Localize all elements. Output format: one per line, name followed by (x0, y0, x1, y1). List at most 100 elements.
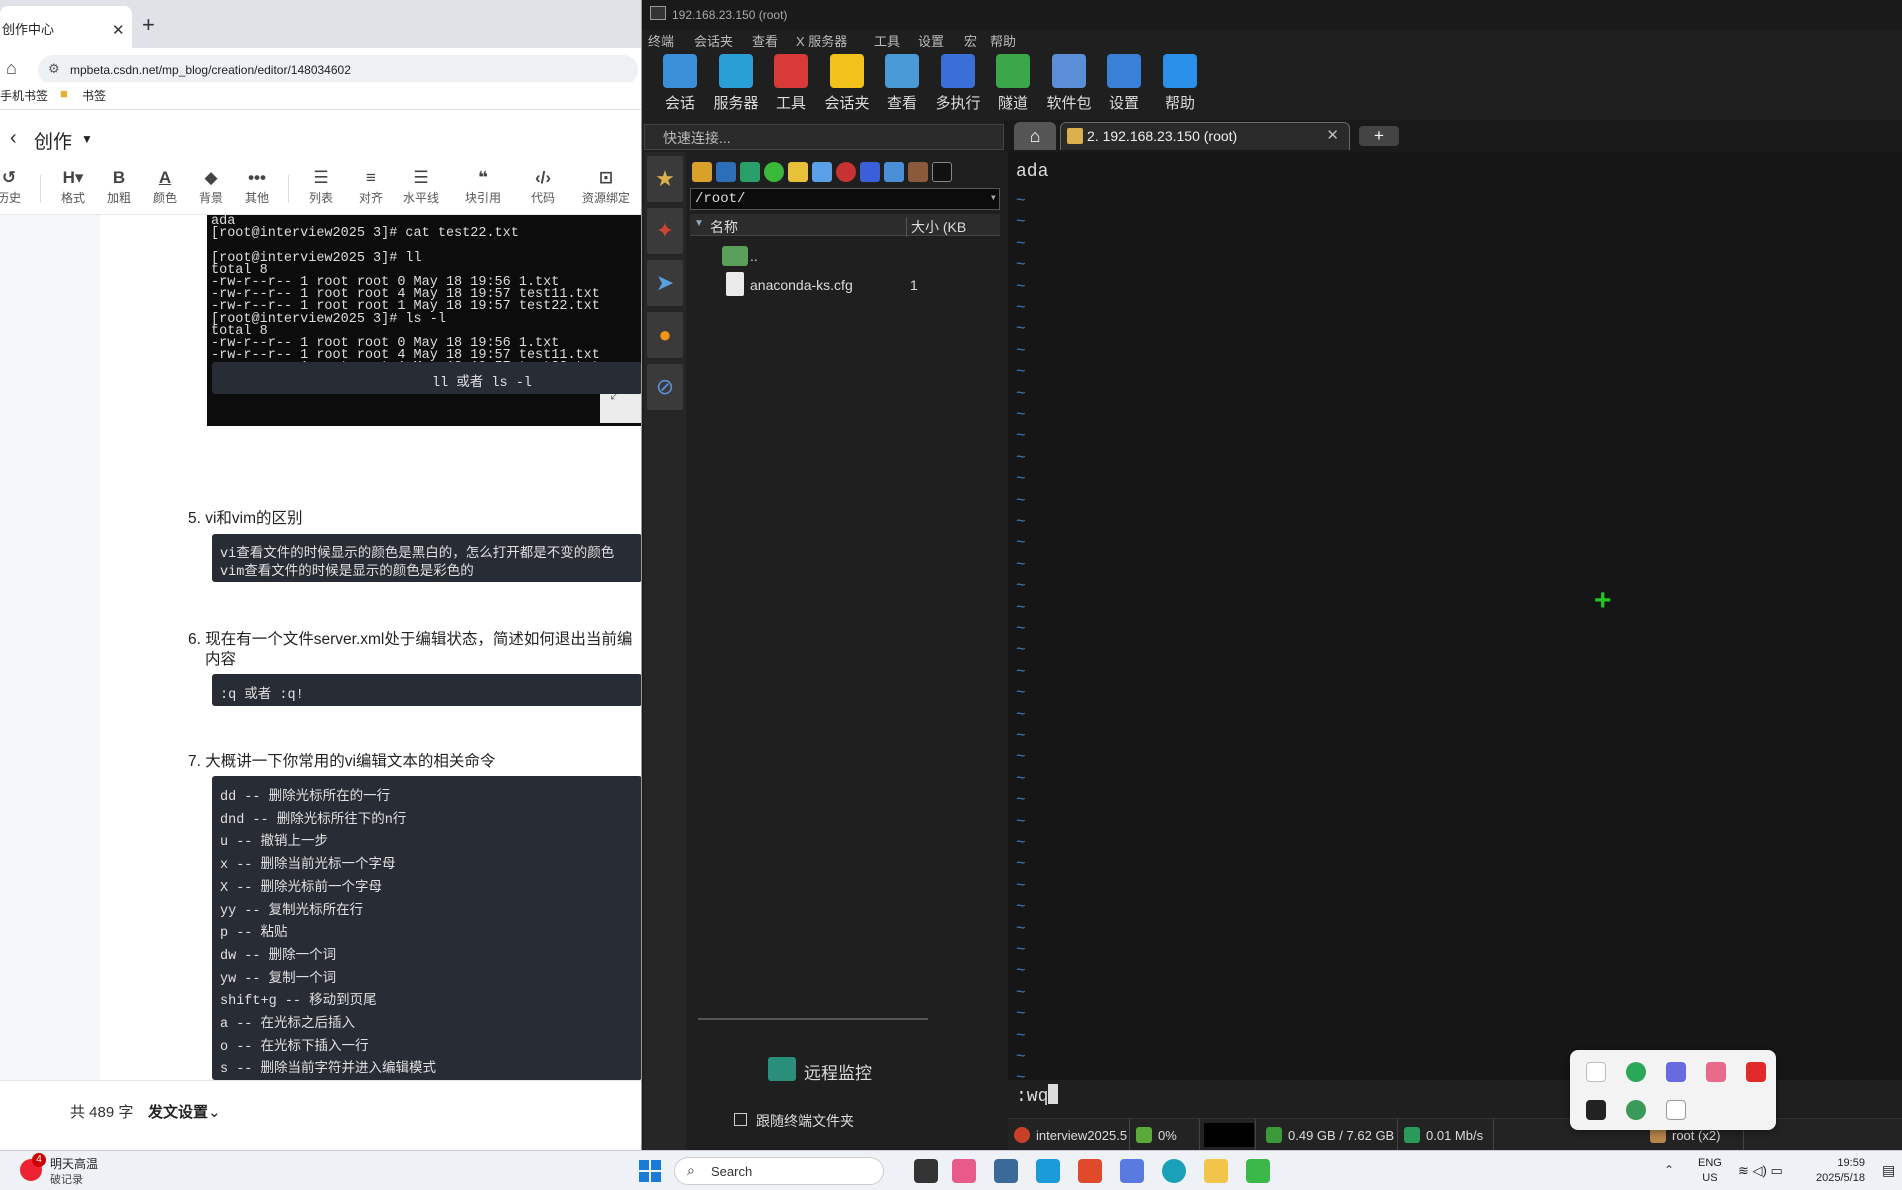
checkbox[interactable] (734, 1113, 747, 1126)
servers-button[interactable]: 服务器 (706, 52, 766, 113)
wechat-icon[interactable] (1626, 1062, 1646, 1082)
app-pink-icon[interactable] (952, 1159, 976, 1183)
rename-icon[interactable] (860, 162, 880, 182)
menu-help[interactable]: 帮助 (990, 31, 1016, 50)
packages-button[interactable]: 软件包 (1039, 52, 1099, 113)
chevron-down-icon[interactable]: ▼ (81, 132, 93, 146)
new-tab-button[interactable]: + (1359, 126, 1399, 146)
upload-icon[interactable] (740, 162, 760, 182)
bookmark-mobile[interactable]: 手机书签 (0, 87, 48, 104)
menu-sessions[interactable]: 会话夹 (694, 31, 733, 50)
toolbar-bold-button[interactable]: B 加粗 (96, 167, 142, 206)
file-row-parent[interactable]: .. (690, 244, 1000, 270)
edge-icon[interactable] (1162, 1159, 1186, 1183)
tools-button[interactable]: 工具 (761, 52, 821, 113)
green-app-icon[interactable] (1626, 1100, 1646, 1120)
code-block-q7[interactable]: dd -- 删除光标所在的一行 dnd -- 删除光标所往下的n行 u -- 撤销上… (212, 776, 641, 1080)
panel-scrollbar[interactable] (698, 1018, 928, 1020)
tunnel-button[interactable]: 隧道 (983, 52, 1043, 113)
session-button[interactable]: 会话 (650, 52, 710, 113)
toolbar-color-button[interactable]: A 颜色 (142, 167, 188, 206)
code-block-ll[interactable]: ll 或者 ls -l (212, 362, 641, 394)
app-tray-icon[interactable] (1586, 1062, 1606, 1082)
menu-tools[interactable]: 工具 (874, 31, 900, 50)
app-window-icon[interactable] (994, 1159, 1018, 1183)
menu-macros[interactable]: 宏 (964, 31, 977, 50)
attachment-icon[interactable]: ⊘ (647, 364, 683, 410)
copilot-icon[interactable] (1120, 1159, 1144, 1183)
toolbar-history-button[interactable]: ↺历史 (0, 167, 32, 206)
home-icon[interactable]: ⌂ (6, 58, 17, 79)
settings-button[interactable]: 设置 (1094, 52, 1154, 113)
site-settings-icon[interactable]: ⚙ (48, 61, 60, 77)
sessions-folder-button[interactable]: 会话夹 (817, 52, 877, 113)
code-block-q6[interactable]: :q 或者 :q! (212, 674, 641, 706)
macros-icon[interactable]: ● (647, 312, 683, 358)
new-file-icon[interactable] (812, 162, 832, 182)
app-blue-icon[interactable] (1036, 1159, 1060, 1183)
remote-monitoring-button[interactable]: 远程监控 (686, 1057, 1004, 1097)
tools-sidebar-icon[interactable]: ✦ (647, 208, 683, 254)
menu-terminal[interactable]: 终端 (648, 31, 674, 50)
close-icon[interactable]: ✕ (1326, 126, 1339, 144)
chevron-up-icon[interactable]: ⌃ (1664, 1163, 1674, 1177)
app-green-icon[interactable] (1246, 1159, 1270, 1183)
windows-start-icon[interactable] (638, 1159, 662, 1183)
favorites-star-icon[interactable]: ★ (647, 156, 683, 202)
url-input[interactable]: ⚙ mpbeta.csdn.net/mp_blog/creation/edito… (38, 55, 638, 85)
toolbar-align-button[interactable]: ≡ 对齐 (348, 167, 394, 206)
path-input[interactable]: /root/ ▾ (690, 188, 1000, 210)
language-indicator[interactable]: ENG US (1698, 1156, 1722, 1186)
code-block-q5[interactable]: vi查看文件的时候显示的颜色是黑白的，怎么打开都是不变的颜色 vim查看文件的时… (212, 534, 641, 582)
toolbar-quote-button[interactable]: ❝ 块引用 (460, 167, 506, 206)
weather-title[interactable]: 明天高温 (50, 1155, 98, 1172)
browser-tab[interactable]: 创作中心 ✕ (0, 6, 132, 48)
file-row[interactable]: anaconda-ks.cfg 1 (690, 272, 1000, 298)
sftp-send-icon[interactable]: ➤ (647, 260, 683, 306)
calendar-app-icon[interactable] (1706, 1062, 1726, 1082)
toolbar-more-button[interactable]: ••• 其他 (234, 167, 280, 206)
toolbar-background-button[interactable]: ◆ 背景 (188, 167, 234, 206)
toolbar-code-button[interactable]: ‹/› 代码 (520, 167, 566, 206)
clock[interactable]: 19:59 2025/5/18 (1816, 1156, 1865, 1186)
menu-settings[interactable]: 设置 (918, 31, 944, 50)
file-explorer-icon[interactable] (1204, 1159, 1228, 1183)
session-tab[interactable]: 2. 192.168.23.150 (root) ✕ (1060, 122, 1350, 150)
page-title[interactable]: 创作 (34, 127, 72, 154)
column-size[interactable]: 大小 (KB (906, 217, 966, 237)
home-tab[interactable]: ⌂ (1014, 122, 1056, 150)
terminal-screen[interactable]: ada ~ ~ ~ ~ ~ ~ ~ ~ ~ ~ ~ ~ ~ ~ ~ ~ ~ ~ ~ ~ ~ ~ ~ ~ ~ ~ ~ ~ ~ ~ ~ ~ ~ ~ ~ ~… (1008, 152, 1902, 1107)
document[interactable]: ada [root@interview2025 3]# cat test22.tx… (100, 215, 641, 1080)
properties-icon[interactable] (884, 162, 904, 182)
delete-icon[interactable] (836, 162, 856, 182)
multiexec-button[interactable]: 多执行 (928, 52, 988, 113)
chevron-down-icon[interactable]: ▾ (990, 190, 997, 205)
publish-settings-button[interactable]: 发文设置⌄ (148, 1101, 221, 1122)
new-tab-icon[interactable]: + (142, 12, 155, 38)
toolbar-format-button[interactable]: H▾ 格式 (50, 167, 96, 206)
quick-connect-input[interactable]: 快速连接... (644, 124, 1004, 150)
download-icon[interactable] (716, 162, 736, 182)
parent-folder-icon[interactable] (692, 162, 712, 182)
bot-icon[interactable] (1666, 1062, 1686, 1082)
toolbar-list-button[interactable]: ☰ 列表 (298, 167, 344, 206)
help-button[interactable]: 帮助 (1150, 52, 1210, 113)
menu-view[interactable]: 查看 (752, 31, 778, 50)
bookmark-folder[interactable]: 书签 (82, 87, 106, 104)
task-view-icon[interactable] (914, 1159, 938, 1183)
taskbar-search[interactable]: ⌕ Search (674, 1157, 884, 1185)
usb-icon[interactable] (1666, 1100, 1686, 1120)
terminal-icon[interactable] (932, 162, 952, 182)
new-folder-icon[interactable] (788, 162, 808, 182)
app-red-icon[interactable] (1078, 1159, 1102, 1183)
system-tray-icons[interactable]: ≋ ◁) ▭ (1738, 1163, 1783, 1179)
toolbar-hr-button[interactable]: ☰ 水平线 (398, 167, 444, 206)
notification-icon[interactable]: ▤ (1882, 1162, 1895, 1179)
close-tab-icon[interactable]: ✕ (112, 21, 125, 39)
red-app-icon[interactable] (1746, 1062, 1766, 1082)
menu-xserver[interactable]: X 服务器 (796, 31, 847, 50)
status-host[interactable]: interview2025.5 (1008, 1119, 1130, 1151)
column-name[interactable]: 名称 (710, 217, 738, 237)
view-button[interactable]: 查看 (872, 52, 932, 113)
refresh-icon[interactable] (764, 162, 784, 182)
